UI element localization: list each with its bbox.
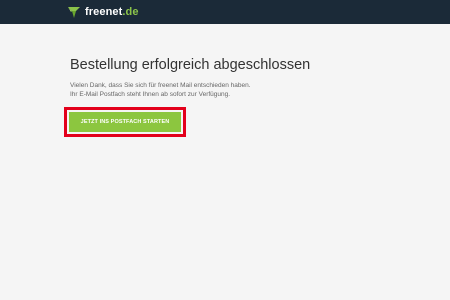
top-navigation-bar: freenet.de bbox=[0, 0, 450, 24]
freenet-leaf-icon bbox=[68, 7, 80, 18]
page-title: Bestellung erfolgreich abgeschlossen bbox=[70, 57, 311, 73]
logo-tld: .de bbox=[122, 6, 139, 18]
freenet-logo[interactable]: freenet.de bbox=[67, 4, 139, 20]
start-mailbox-button[interactable]: JETZT INS POSTFACH STARTEN bbox=[69, 112, 181, 132]
logo-text: freenet.de bbox=[85, 6, 139, 18]
confirmation-text: Vielen Dank, dass Sie sich für freenet M… bbox=[70, 81, 430, 99]
confirmation-line-2: Ihr E-Mail Postfach steht Ihnen ab sofor… bbox=[70, 91, 231, 98]
logo-name: freenet bbox=[85, 6, 123, 18]
confirmation-line-1: Vielen Dank, dass Sie sich für freenet M… bbox=[70, 82, 251, 89]
main-content: Bestellung erfolgreich abgeschlossen Vie… bbox=[70, 56, 430, 99]
